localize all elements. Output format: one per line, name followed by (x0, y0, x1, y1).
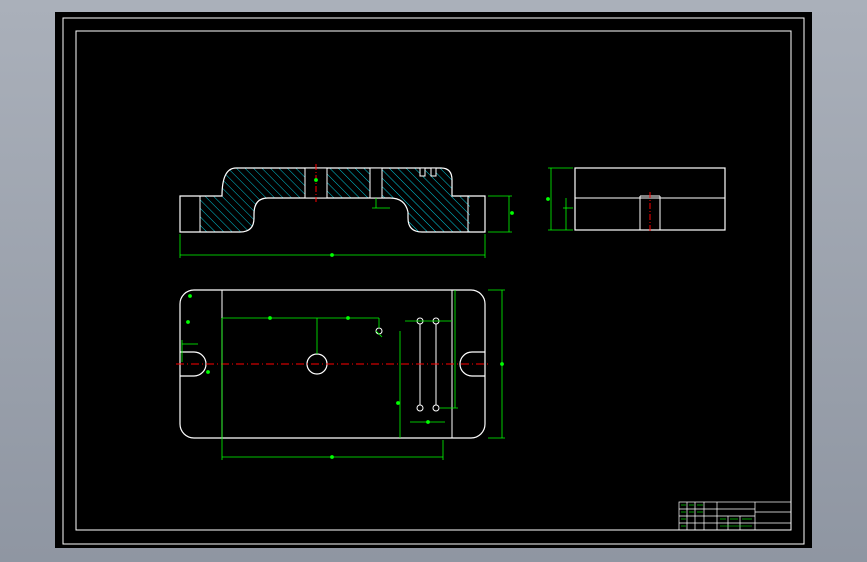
side-outline (574, 167, 726, 231)
title-block[interactable] (678, 501, 792, 531)
slot-section (419, 167, 426, 177)
slot-section (430, 167, 437, 177)
section-hatch (200, 168, 470, 232)
sheet-border-inner (75, 30, 792, 531)
cad-drawing (62, 17, 805, 545)
top-view[interactable] (176, 289, 505, 460)
side-view[interactable] (546, 167, 726, 232)
small-hole (416, 404, 424, 412)
hole-section (369, 167, 383, 199)
side-dimensions (546, 167, 573, 231)
small-hole (375, 327, 383, 335)
cad-viewport[interactable] (55, 12, 812, 548)
front-section-view[interactable] (179, 164, 514, 258)
small-hole (432, 404, 440, 412)
sheet-border-outer (62, 17, 805, 545)
top-dimensions (181, 289, 505, 460)
